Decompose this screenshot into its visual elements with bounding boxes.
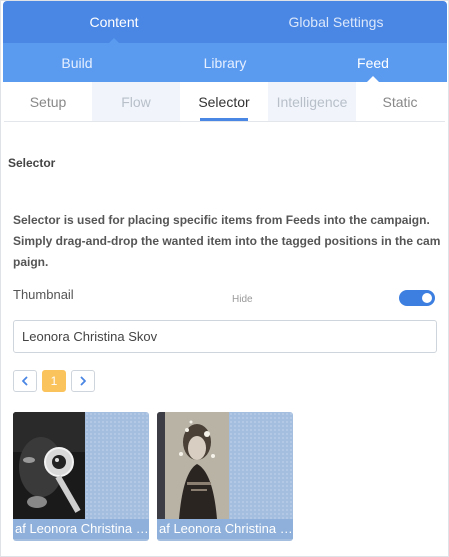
feed-item-caption: af Leonora Christina Skov — [157, 519, 293, 539]
feed-search-input[interactable] — [13, 320, 437, 353]
tab-intelligence-label: Intelligence — [276, 93, 348, 110]
feed-selector-panel: Content Global Settings Build Library Fe… — [0, 0, 449, 557]
top-tabs: Content Global Settings — [3, 1, 447, 43]
tab-build[interactable]: Build — [3, 43, 151, 82]
sub-tabs: Build Library Feed — [3, 43, 447, 82]
feed-item-caption: af Leonora Christina Skov — [13, 519, 149, 539]
feed-items: af Leonora Christina Skov af Leonora Chr… — [13, 412, 293, 541]
tab-library[interactable]: Library — [151, 43, 299, 82]
tab-global-settings[interactable]: Global Settings — [225, 1, 447, 43]
thumbnail-toggle[interactable] — [399, 290, 435, 306]
chevron-left-icon — [22, 376, 28, 386]
tab-library-label: Library — [203, 54, 247, 71]
tab-static-label: Static — [382, 93, 418, 110]
tab-global-settings-label: Global Settings — [288, 14, 384, 30]
tab-intelligence[interactable]: Intelligence — [268, 82, 356, 121]
tab-feed[interactable]: Feed — [299, 43, 447, 82]
tab-static[interactable]: Static — [356, 82, 444, 121]
tab-flow-label: Flow — [121, 93, 151, 110]
tab-setup-label: Setup — [29, 93, 67, 110]
tab-feed-label: Feed — [357, 54, 389, 71]
page-1-button[interactable]: 1 — [42, 370, 66, 392]
tab-selector[interactable]: Selector — [180, 82, 268, 121]
feed-item[interactable]: af Leonora Christina Skov — [157, 412, 293, 541]
tab-content-label: Content — [89, 14, 139, 30]
next-page-button[interactable] — [71, 370, 95, 392]
pagination: 1 — [13, 370, 95, 392]
hide-label: Hide — [232, 294, 253, 305]
chevron-right-icon — [80, 376, 86, 386]
tab-content[interactable]: Content — [3, 1, 225, 43]
tab-build-label: Build — [61, 54, 93, 71]
feed-item[interactable]: af Leonora Christina Skov — [13, 412, 149, 541]
thumbnail-label: Thumbnail — [13, 287, 74, 302]
tab-flow[interactable]: Flow — [92, 82, 180, 121]
prev-page-button[interactable] — [13, 370, 37, 392]
toggle-knob — [422, 293, 432, 303]
book-cover-woman-portrait-image — [157, 412, 229, 519]
section-title: Selector — [8, 156, 56, 170]
feed-tabs: Setup Flow Selector Intelligence Static — [4, 82, 445, 122]
tab-selector-label: Selector — [198, 93, 250, 110]
tab-setup[interactable]: Setup — [4, 82, 92, 121]
selector-description: Selector is used for placing specific it… — [13, 213, 441, 269]
book-cover-magnifying-glass-image — [13, 412, 85, 519]
